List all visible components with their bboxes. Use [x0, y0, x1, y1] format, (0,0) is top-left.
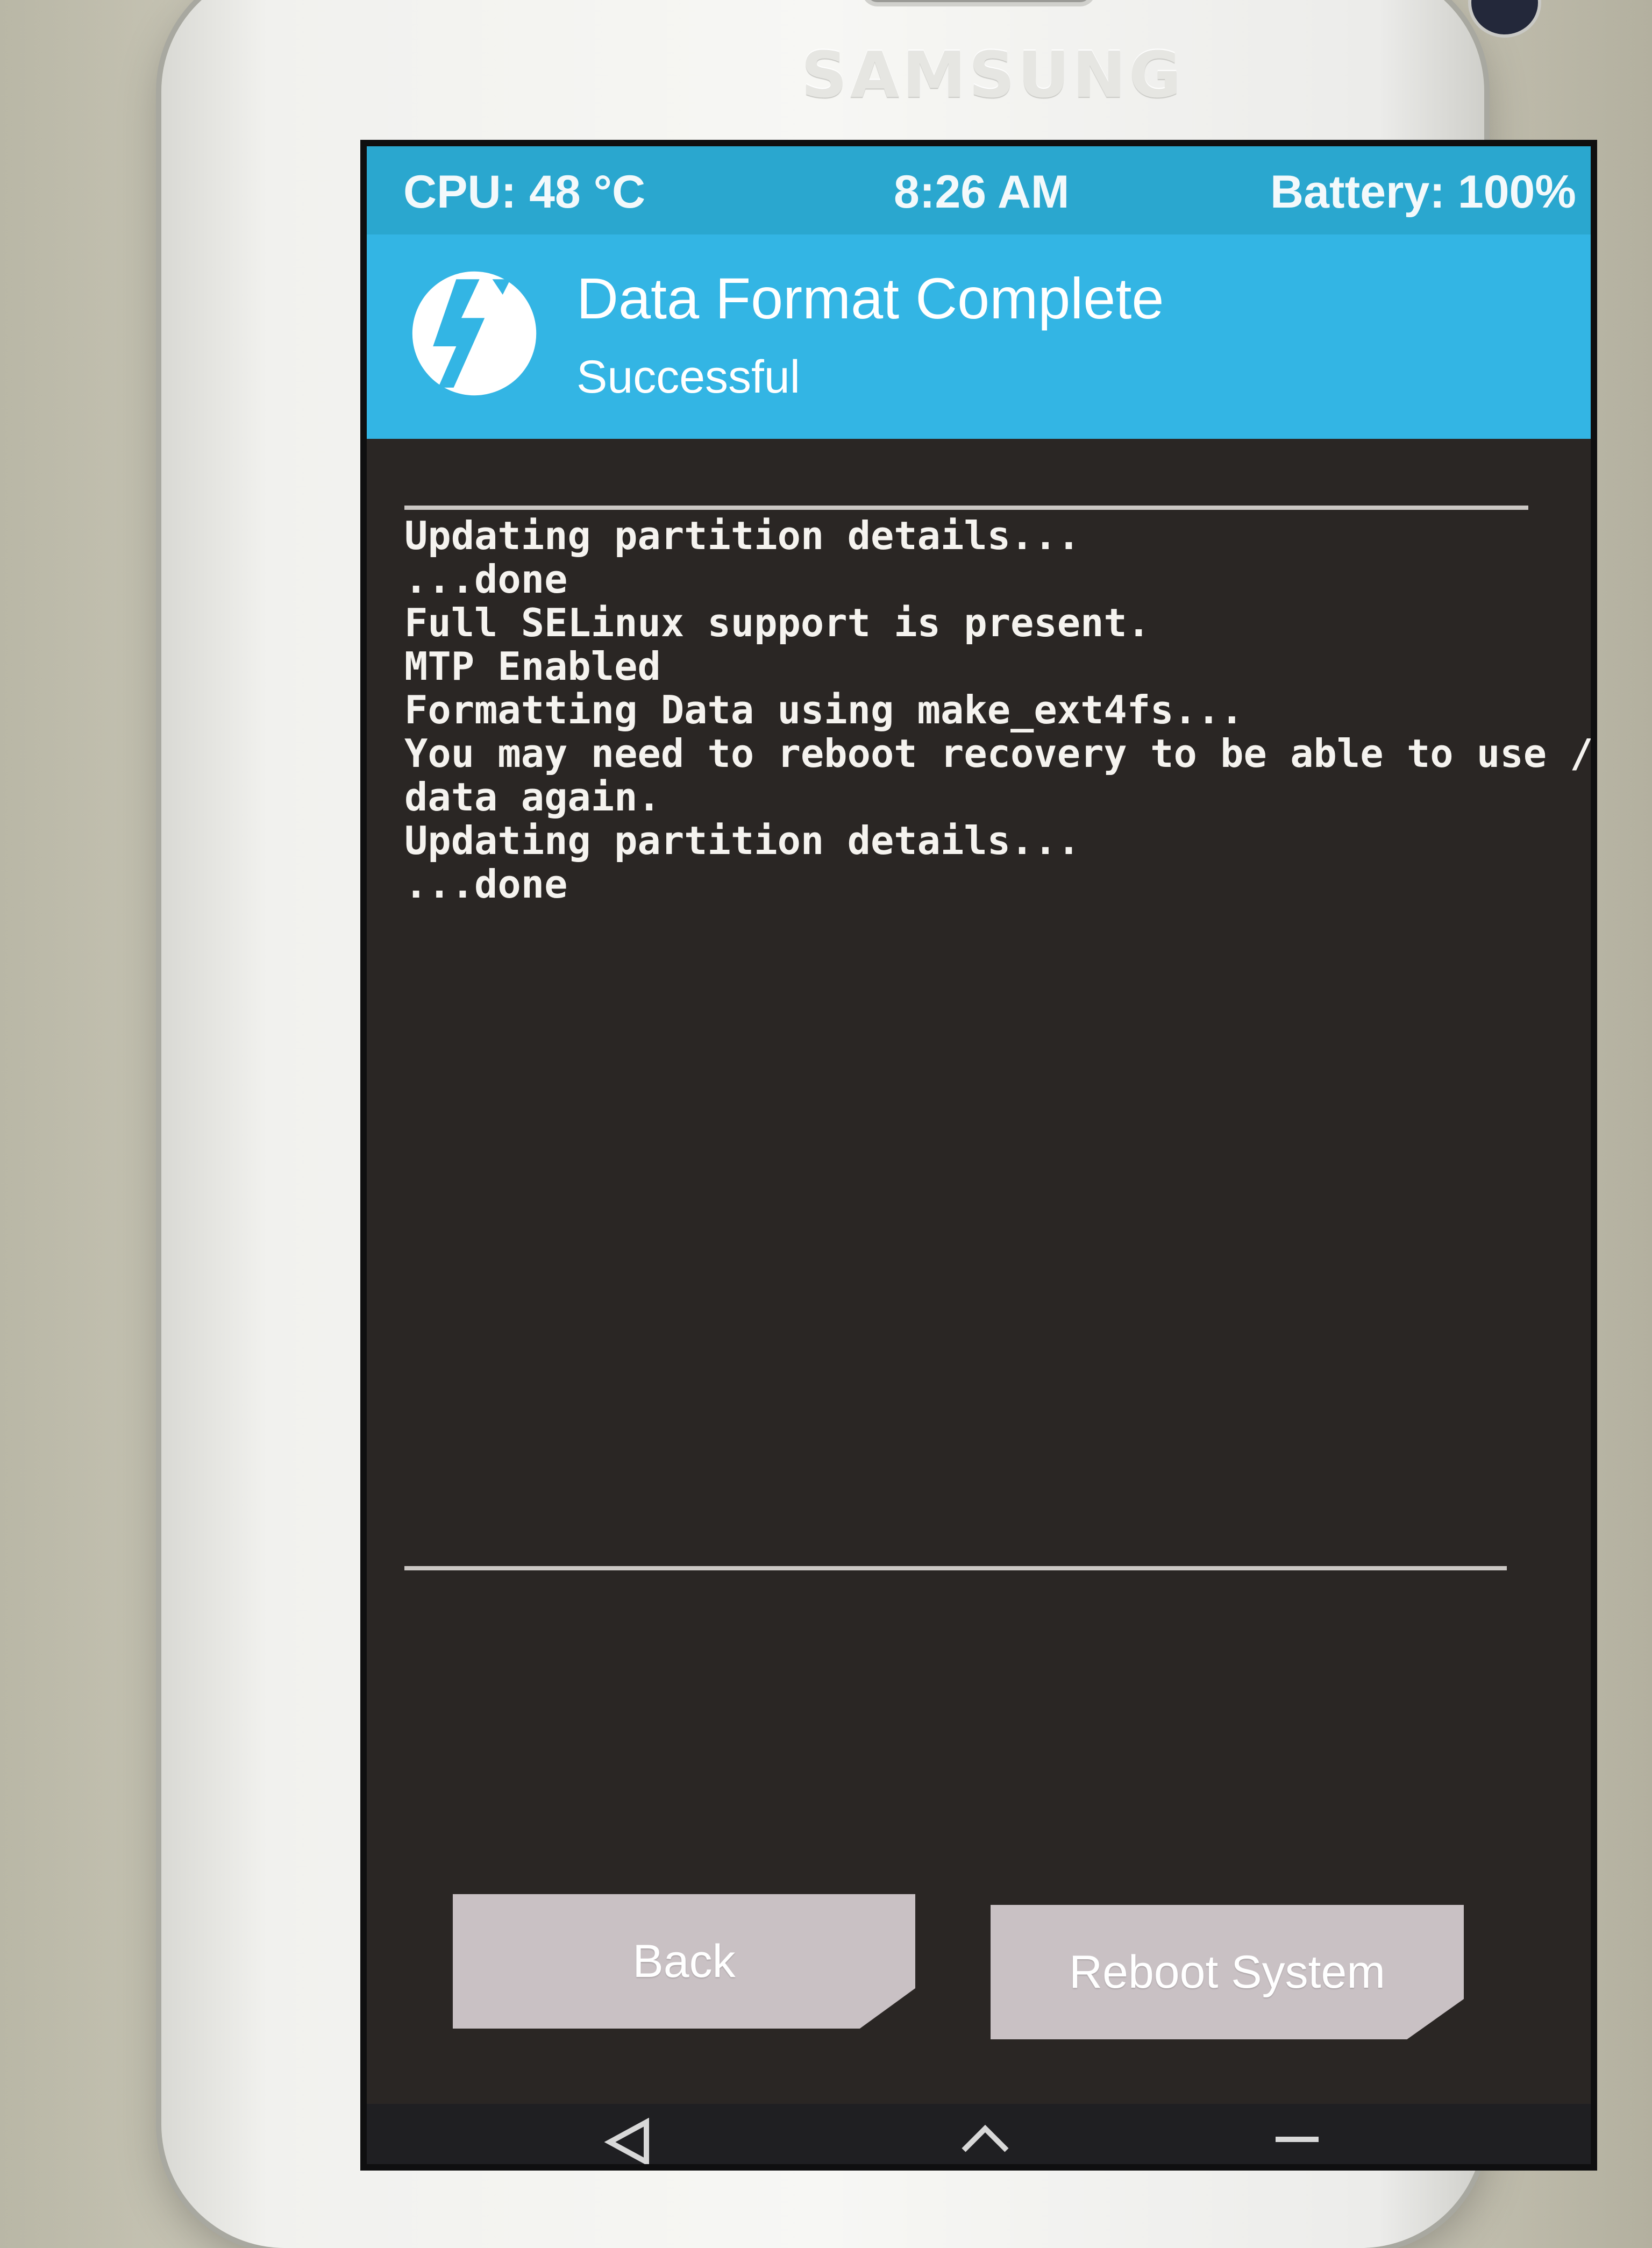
phone-body: SAMSUNG CPU: 48 °C 8:26 AM Battery: 100%… — [161, 0, 1597, 2248]
status-bar: CPU: 48 °C 8:26 AM Battery: 100% — [367, 146, 1591, 234]
twrp-logo-icon — [412, 271, 537, 396]
navigation-bar — [367, 2104, 1591, 2166]
console-line: Formatting Data using make_ext4fs... — [404, 687, 1244, 732]
brand-logo: SAMSUNG — [801, 38, 1185, 112]
battery-level: Battery: 100% — [1270, 166, 1576, 218]
console-line: Updating partition details... — [404, 513, 1081, 558]
page-header: Data Format Complete Successful — [367, 234, 1591, 439]
console-log: Updating partition details... ...done Fu… — [404, 513, 1593, 907]
console-line: ...done — [404, 862, 568, 907]
console-line: ...done — [404, 557, 568, 602]
back-button[interactable]: Back — [453, 1894, 915, 2029]
home-icon[interactable] — [958, 2118, 1012, 2166]
console-line: Updating partition details... — [404, 818, 1081, 863]
reboot-system-button[interactable]: Reboot System — [991, 1905, 1464, 2039]
console-line: Full SELinux support is present. — [404, 600, 1151, 645]
console-bottom-divider — [404, 1566, 1507, 1570]
console-top-divider — [404, 506, 1528, 510]
page-title: Data Format Complete — [576, 266, 1164, 331]
console-line: MTP Enabled — [404, 644, 661, 689]
front-camera — [1468, 0, 1541, 38]
earpiece-speaker — [861, 0, 1096, 6]
page-subtitle: Successful — [576, 351, 800, 403]
menu-icon[interactable] — [1270, 2118, 1324, 2166]
console-line: data again. — [404, 774, 661, 820]
back-icon[interactable] — [603, 2118, 652, 2166]
console-line: You may need to reboot recovery to be ab… — [404, 731, 1593, 776]
recovery-screen: CPU: 48 °C 8:26 AM Battery: 100% Data Fo… — [360, 140, 1597, 2171]
clock: 8:26 AM — [894, 166, 1070, 218]
cpu-temperature: CPU: 48 °C — [403, 166, 646, 218]
